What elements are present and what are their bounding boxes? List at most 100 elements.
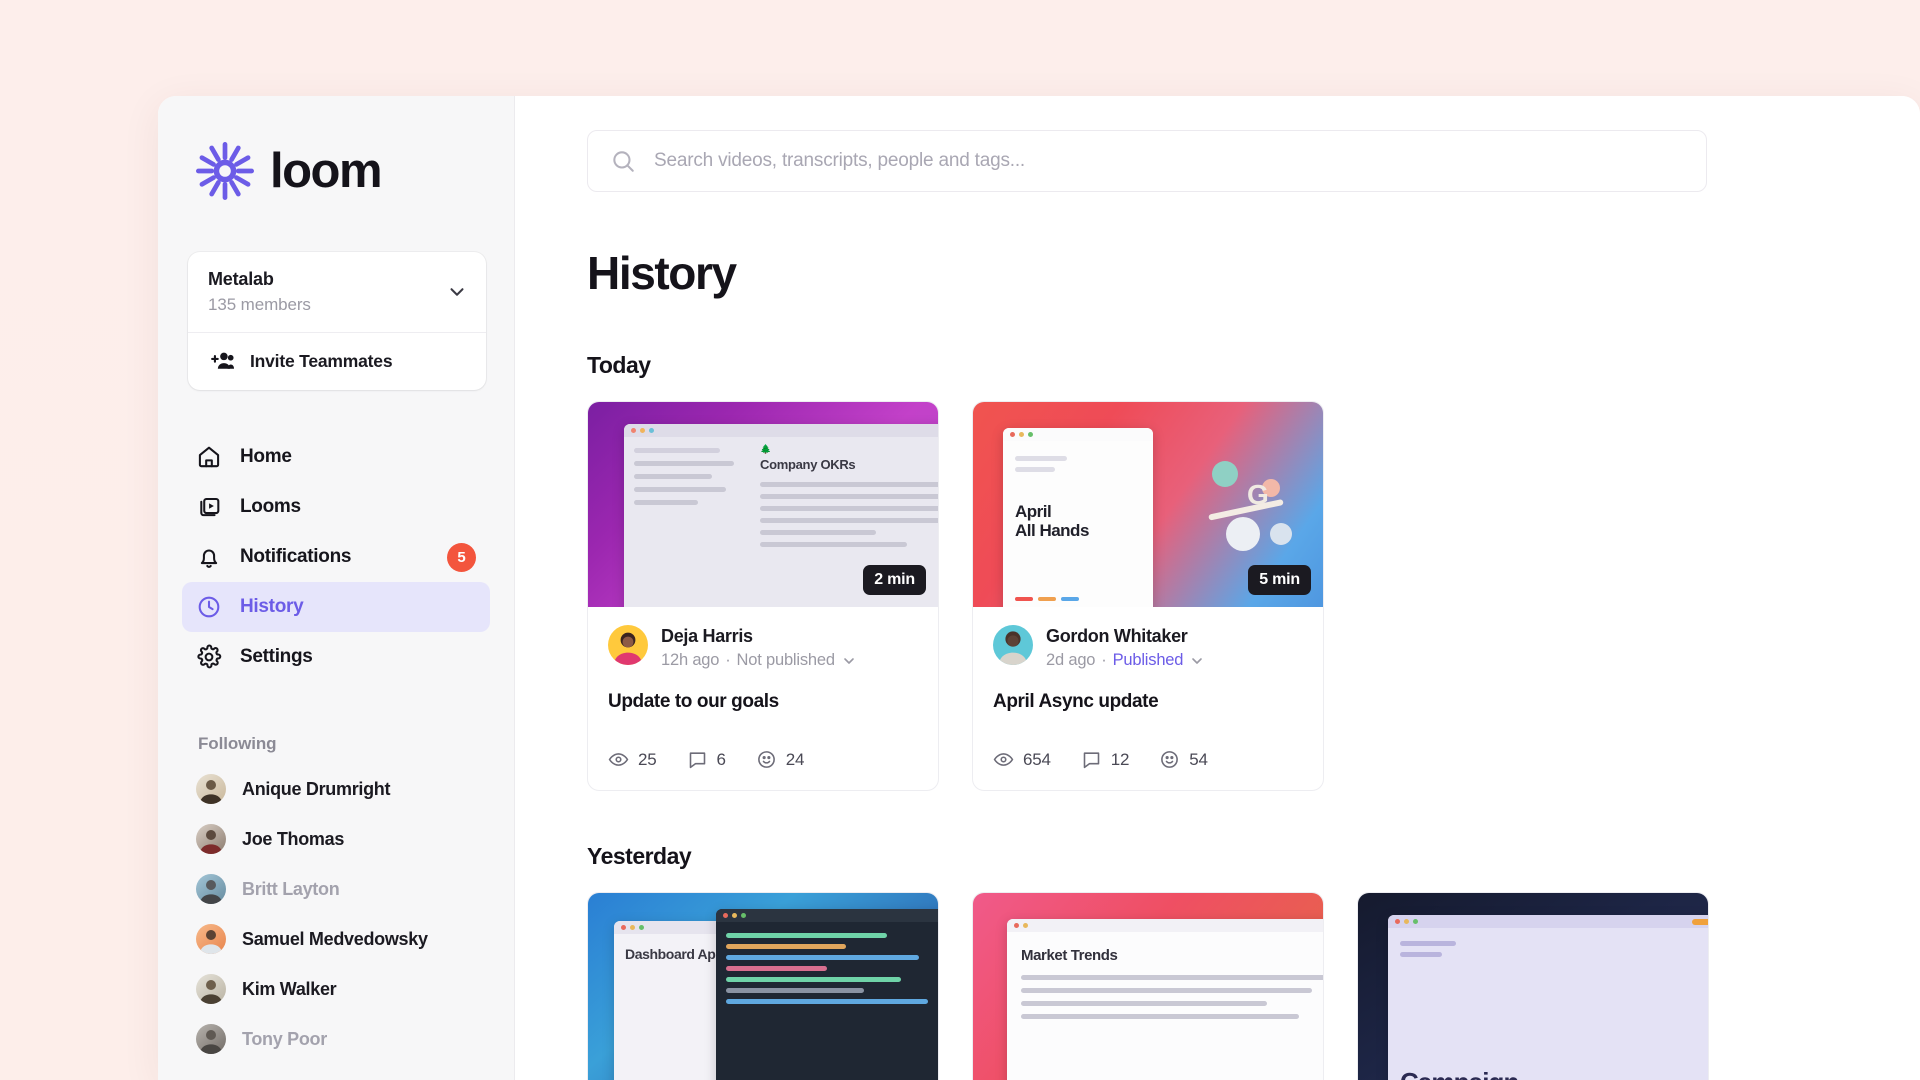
search-input[interactable] [654, 150, 1684, 172]
section-title-yesterday: Yesterday [587, 843, 692, 869]
list-item-label: Anique Drumright [242, 778, 391, 799]
video-card[interactable]: 🌲 Company OKRs 2 min Deja Harris 12h ago… [587, 401, 939, 791]
video-author: Gordon Whitaker [1046, 626, 1188, 646]
video-stats: 654 12 54 [993, 749, 1303, 770]
list-item[interactable]: Tony Poor [182, 1014, 490, 1064]
eye-icon [993, 749, 1014, 770]
reactions-count: 54 [1189, 749, 1208, 769]
video-card[interactable]: Market Trends [972, 892, 1324, 1080]
search-area [515, 96, 1920, 192]
avatar [196, 1024, 226, 1054]
video-card[interactable]: Campaign [1357, 892, 1709, 1080]
avatar [196, 774, 226, 804]
comment-icon [687, 749, 708, 770]
loom-wordmark: loom [270, 143, 383, 198]
sidebar-item-looms[interactable]: Looms [182, 482, 490, 532]
list-item-label: Britt Layton [242, 878, 340, 899]
sidebar: loom Metalab 135 members Invite Teammate… [158, 96, 515, 1080]
video-card[interactable]: Dashboard App [587, 892, 939, 1080]
list-item[interactable]: Britt Layton [182, 864, 490, 914]
notifications-badge: 5 [447, 542, 476, 572]
comments-stat: 12 [1081, 749, 1130, 770]
views-stat: 25 [608, 749, 657, 770]
comments-count: 12 [1110, 749, 1130, 769]
avatar [196, 924, 226, 954]
sidebar-item-history[interactable]: History [182, 582, 490, 632]
thumbnail-emoji: 🌲 [760, 444, 772, 454]
video-subinfo: 2d ago · Published [1046, 651, 1303, 670]
status-badge[interactable]: Not published [737, 651, 836, 670]
comment-icon [1081, 749, 1102, 770]
main-content: History Today [515, 96, 1920, 1080]
avatar[interactable] [608, 625, 648, 665]
video-thumbnail[interactable]: Campaign [1358, 893, 1708, 1080]
sidebar-item-history-label: History [240, 596, 304, 617]
svg-text:G: G [1247, 479, 1269, 510]
video-subinfo: 12h ago · Not published [661, 651, 918, 670]
eye-icon [608, 749, 629, 770]
separator: · [725, 651, 731, 669]
video-author: Deja Harris [661, 626, 753, 646]
page-title: History [587, 247, 737, 299]
avatar [196, 974, 226, 1004]
sidebar-item-settings[interactable]: Settings [182, 632, 490, 682]
reactions-count: 24 [785, 749, 805, 769]
video-duration-badge: 2 min [863, 565, 926, 595]
list-item[interactable]: Kim Walker [182, 964, 490, 1014]
sidebar-item-looms-label: Looms [240, 496, 301, 517]
comments-stat: 6 [687, 749, 726, 770]
team-member-count: 135 members [208, 295, 311, 314]
thumbnail-label: April All Hands [1015, 502, 1089, 541]
video-stack-icon [196, 494, 222, 520]
comments-count: 6 [716, 749, 726, 769]
thumbnail-label: Campaign [1400, 1067, 1519, 1080]
loom-starburst-icon [196, 142, 254, 200]
avatar[interactable] [993, 625, 1033, 665]
app-window: loom Metalab 135 members Invite Teammate… [158, 96, 1920, 1080]
gear-icon [196, 644, 222, 670]
chevron-down-icon[interactable] [1189, 653, 1205, 669]
clock-icon [196, 594, 222, 620]
invite-teammates-button[interactable]: Invite Teammates [188, 333, 486, 390]
video-duration-badge: 5 min [1248, 565, 1311, 595]
list-item-label: Kim Walker [242, 978, 337, 999]
sidebar-item-notifications[interactable]: Notifications 5 [182, 532, 490, 582]
views-stat: 654 [993, 749, 1051, 770]
team-name: Metalab [208, 269, 274, 289]
list-item[interactable]: Anique Drumright [182, 764, 490, 814]
chevron-down-icon[interactable] [841, 653, 857, 669]
list-item[interactable]: Samuel Medvedowsky [182, 914, 490, 964]
list-item[interactable]: Joe Thomas [182, 814, 490, 864]
search-icon [610, 148, 636, 174]
loom-logo[interactable]: loom [158, 96, 514, 200]
video-title[interactable]: April Async update [993, 691, 1303, 713]
video-thumbnail[interactable]: Market Trends [973, 893, 1323, 1080]
reactions-stat: 54 [1159, 749, 1208, 770]
chevron-down-icon[interactable] [446, 281, 468, 303]
status-badge[interactable]: Published [1113, 651, 1184, 670]
list-item-label: Joe Thomas [242, 828, 345, 849]
video-thumbnail[interactable]: April All Hands G 5 min [973, 402, 1323, 607]
team-switcher[interactable]: Metalab 135 members [188, 252, 486, 332]
video-meta: Deja Harris 12h ago · Not published [608, 625, 918, 670]
video-thumbnail[interactable]: 🌲 Company OKRs 2 min [588, 402, 938, 607]
video-thumbnail[interactable]: Dashboard App [588, 893, 938, 1080]
following-heading: Following [198, 734, 277, 753]
search-bar[interactable] [587, 130, 1707, 192]
bell-icon [196, 544, 222, 570]
page-backdrop: loom Metalab 135 members Invite Teammate… [0, 0, 1920, 1080]
avatar [196, 824, 226, 854]
home-icon [196, 444, 222, 470]
views-count: 25 [638, 749, 657, 769]
sidebar-item-home[interactable]: Home [182, 432, 490, 482]
thumbnail-label: Market Trends [1021, 947, 1118, 964]
sidebar-item-notifications-label: Notifications [240, 546, 352, 567]
video-stats: 25 6 24 [608, 749, 918, 770]
views-count: 654 [1023, 749, 1051, 769]
video-card[interactable]: April All Hands G 5 min Gordon Whitaker … [972, 401, 1324, 791]
video-title[interactable]: Update to our goals [608, 691, 918, 713]
smiley-icon [756, 749, 777, 770]
list-item-label: Samuel Medvedowsky [242, 928, 428, 949]
add-people-icon [210, 350, 236, 372]
invite-teammates-label: Invite Teammates [250, 350, 393, 371]
